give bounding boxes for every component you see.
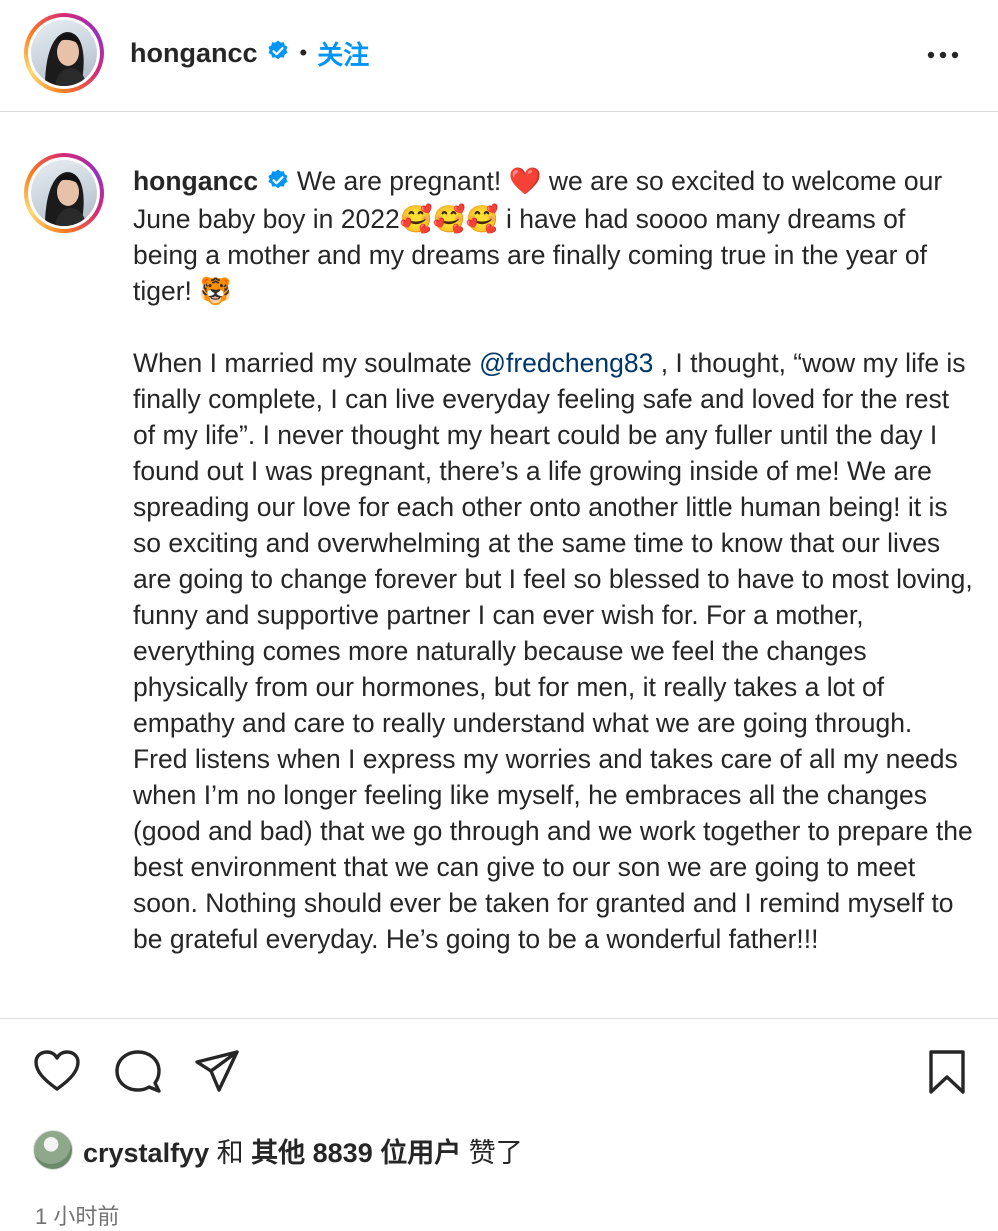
post-header: hongancc • 关注 [0, 0, 998, 112]
post-timestamp[interactable]: 1 小时前 [35, 1199, 119, 1231]
profile-photo [31, 160, 97, 226]
liker-username[interactable]: crystalfyy [83, 1138, 209, 1168]
header-username[interactable]: hongancc [130, 38, 258, 69]
caption-text-paragraph-2a: When I married my soulmate [133, 348, 480, 378]
likes-count[interactable]: 8839 [313, 1138, 373, 1168]
heart-icon[interactable] [33, 1049, 81, 1098]
verified-badge-icon [266, 39, 290, 68]
comment-icon[interactable] [114, 1049, 162, 1100]
separator-dot: • [299, 40, 308, 65]
verified-badge-icon [266, 165, 290, 201]
profile-photo [31, 20, 97, 86]
liker-avatar[interactable] [33, 1130, 73, 1170]
share-icon[interactable] [194, 1049, 240, 1098]
likes-others-suffix[interactable]: 位用户 [380, 1138, 461, 1168]
post-caption: hongancc We are pregnant! ❤️ we are so e… [133, 163, 973, 957]
likes-summary[interactable]: crystalfyy 和 其他 8839 位用户 赞了 [33, 1129, 523, 1171]
more-options-icon[interactable] [926, 40, 960, 75]
likes-liked-text: 赞了 [468, 1137, 523, 1168]
caption-section[interactable]: hongancc We are pregnant! ❤️ we are so e… [0, 113, 998, 1018]
mention-link[interactable]: @fredcheng83 [479, 348, 653, 378]
bookmark-icon[interactable] [928, 1049, 966, 1100]
caption-text-paragraph-2b: , I thought, “wow my life is finally com… [133, 348, 973, 954]
caption-avatar[interactable] [24, 153, 104, 233]
likes-conjunction: 和 [216, 1137, 244, 1168]
caption-username[interactable]: hongancc [133, 166, 258, 196]
post-actions: crystalfyy 和 其他 8839 位用户 赞了 1 小时前 [0, 1018, 998, 1231]
likes-others-prefix[interactable]: 其他 [251, 1138, 305, 1168]
follow-button[interactable]: 关注 [317, 35, 369, 72]
header-avatar[interactable] [24, 13, 104, 93]
